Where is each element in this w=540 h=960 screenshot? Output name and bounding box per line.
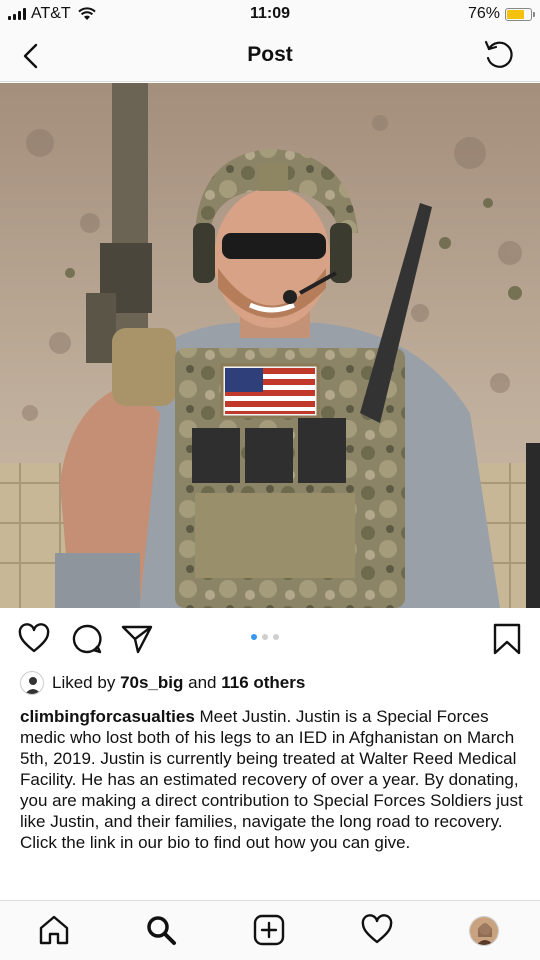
- caption-text: Meet Justin. Justin is a Special Forces …: [20, 707, 523, 852]
- post-caption: climbingforcasualties Meet Justin. Justi…: [20, 706, 525, 853]
- heart-icon[interactable]: [17, 622, 51, 656]
- status-bar: AT&T 11:09 76%: [0, 0, 540, 30]
- likes-prefix: Liked by: [52, 673, 116, 692]
- add-post-icon[interactable]: [252, 913, 286, 947]
- activity-heart-icon[interactable]: [360, 913, 394, 947]
- liker-avatar: [20, 671, 44, 695]
- likes-conjunction: and: [188, 673, 217, 692]
- battery-icon: [505, 7, 535, 21]
- profile-avatar[interactable]: [469, 916, 499, 946]
- carousel-dot-active: [251, 634, 257, 640]
- home-icon[interactable]: [37, 913, 71, 947]
- comment-icon[interactable]: [70, 622, 104, 656]
- page-title: Post: [247, 43, 293, 66]
- caption-username[interactable]: climbingforcasualties: [20, 707, 195, 726]
- carousel-dot: [273, 634, 279, 640]
- likes-summary[interactable]: Liked by 70s_big and 116 others: [20, 671, 305, 695]
- likes-others[interactable]: 116 others: [221, 673, 305, 693]
- carousel-dot: [262, 634, 268, 640]
- post-image[interactable]: [0, 83, 540, 608]
- battery-percent: 76%: [467, 5, 500, 22]
- tab-bar: [0, 900, 540, 960]
- bookmark-icon[interactable]: [490, 622, 524, 656]
- status-right: 76%: [467, 5, 535, 23]
- refresh-icon[interactable]: [480, 36, 518, 74]
- nav-bar: Post: [0, 30, 540, 82]
- likes-user[interactable]: 70s_big: [120, 673, 183, 693]
- share-icon[interactable]: [120, 622, 154, 656]
- carousel-indicator: [251, 634, 279, 640]
- search-icon[interactable]: [144, 913, 178, 947]
- post-image-illustration: [0, 83, 540, 608]
- status-time: 11:09: [249, 5, 291, 22]
